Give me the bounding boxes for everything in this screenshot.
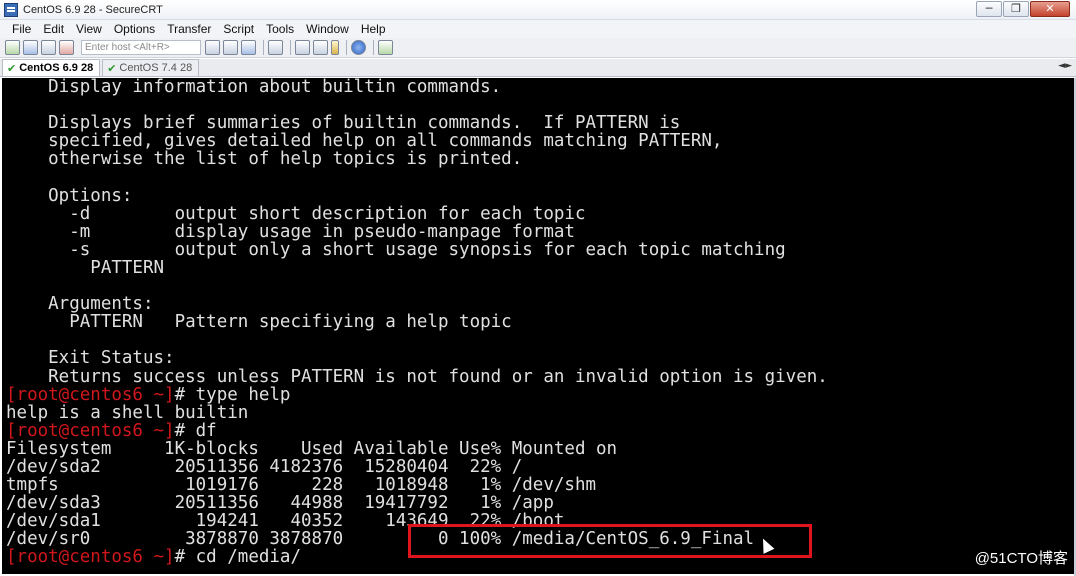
quick-connect-icon[interactable]	[23, 40, 38, 55]
tab-label: CentOS 7.4 28	[119, 62, 193, 74]
tab-scroll-arrows-icon[interactable]: ◄►	[1058, 61, 1072, 71]
connected-check-icon: ✔	[7, 61, 17, 75]
terminal-text: Displays brief summaries of builtin comm…	[6, 113, 681, 134]
toolbar-separator	[373, 40, 374, 55]
terminal-output[interactable]: Display information about builtin comman…	[2, 78, 1074, 574]
quick-connect-input[interactable]: Enter host <Alt+R>	[81, 40, 201, 55]
terminal-line: /dev/sda2 20511356 4182376 15280404 22% …	[6, 458, 1074, 476]
connect-icon[interactable]	[5, 40, 20, 55]
terminal-text: Exit Status:	[6, 348, 175, 369]
terminal-line: -s output only a short usage synopsis fo…	[6, 241, 1074, 259]
menu-tools[interactable]: Tools	[260, 22, 300, 36]
terminal-text: /dev/sda3 20511356 44988 19417792 1% /ap…	[6, 493, 554, 514]
print-icon[interactable]	[268, 40, 283, 55]
terminal-line: PATTERN Pattern specifiying a help topic	[6, 313, 1074, 331]
menu-help[interactable]: Help	[355, 22, 392, 36]
global-options-icon[interactable]	[313, 40, 328, 55]
terminal-line: specified, gives detailed help on all co…	[6, 132, 1074, 150]
terminal-text: -m display usage in pseudo-manpage forma…	[6, 221, 575, 242]
terminal-line: Displays brief summaries of builtin comm…	[6, 114, 1074, 132]
terminal-line: otherwise the list of help topics is pri…	[6, 150, 1074, 168]
disconnect-icon[interactable]	[59, 40, 74, 55]
terminal-line: -m display usage in pseudo-manpage forma…	[6, 223, 1074, 241]
minimize-button[interactable]: ─	[976, 1, 1002, 17]
terminal-line: Filesystem 1K-blocks Used Available Use%…	[6, 440, 1074, 458]
terminal-line: Display information about builtin comman…	[6, 78, 1074, 96]
terminal-line: Options:	[6, 187, 1074, 205]
terminal-line: Returns success unless PATTERN is not fo…	[6, 366, 1074, 387]
menu-edit[interactable]: Edit	[37, 22, 70, 36]
terminal-text: help is a shell builtin	[6, 402, 249, 423]
terminal-text: # type help	[174, 384, 291, 405]
session-options-icon[interactable]	[295, 40, 310, 55]
close-button[interactable]: ✕	[1030, 1, 1070, 17]
watermark: @51CTO博客	[974, 550, 1068, 567]
window-title: CentOS 6.9 28 - SecureCRT	[23, 3, 163, 16]
terminal-line: Exit Status:	[6, 349, 1074, 367]
terminal-text: # df	[174, 420, 217, 441]
sftp-icon[interactable]	[378, 40, 393, 55]
tab-centos-7-4[interactable]: ✔ CentOS 7.4 28	[102, 59, 200, 76]
menu-file[interactable]: File	[6, 22, 37, 36]
terminal-text: tmpfs 1019176 228 1018948 1% /dev/shm	[6, 475, 597, 496]
terminal-text: Options:	[6, 185, 133, 206]
tab-label: CentOS 6.9 28	[19, 62, 94, 74]
terminal-line: Arguments:	[6, 295, 1074, 313]
shell-prompt: [root@centos6 ~]	[6, 547, 175, 568]
securecrt-app-icon[interactable]	[4, 2, 18, 17]
terminal-text: Arguments:	[6, 294, 154, 315]
terminal-text: # cd /media/	[174, 547, 302, 568]
terminal-line: /dev/sda3 20511356 44988 19417792 1% /ap…	[6, 494, 1074, 512]
menu-view[interactable]: View	[70, 22, 108, 36]
highlight-annotation-box	[408, 524, 812, 558]
find-icon[interactable]	[241, 40, 256, 55]
terminal-text: PATTERN Pattern specifiying a help topic	[6, 312, 512, 333]
terminal-text: /dev/sda2 20511356 4182376 15280404 22% …	[6, 456, 523, 477]
terminal-line: [root@centos6 ~]# type help	[6, 386, 1074, 404]
tab-centos-6-9[interactable]: ✔ CentOS 6.9 28	[2, 59, 101, 76]
help-icon[interactable]	[351, 40, 366, 55]
terminal-text: Returns success unless PATTERN is not fo…	[6, 366, 828, 387]
title-bar: CentOS 6.9 28 - SecureCRT ─ ❐ ✕	[0, 0, 1076, 20]
toolbar-separator	[263, 40, 264, 55]
session-tab-bar: ✔ CentOS 6.9 28 ✔ CentOS 7.4 28 ◄►	[0, 59, 1076, 77]
menu-bar: File Edit View Options Transfer Script T…	[0, 20, 1076, 38]
terminal-line: -d output short description for each top…	[6, 205, 1074, 223]
terminal-text: Filesystem 1K-blocks Used Available Use%…	[6, 438, 618, 459]
connected-check-icon: ✔	[107, 61, 117, 75]
connect-in-tab-icon[interactable]	[41, 40, 56, 55]
terminal-text: Display information about builtin comman…	[6, 78, 502, 97]
copy-icon[interactable]	[205, 40, 220, 55]
shell-prompt: [root@centos6 ~]	[6, 384, 175, 405]
terminal-text: -d output short description for each top…	[6, 203, 586, 224]
terminal-text: specified, gives detailed help on all co…	[6, 131, 723, 152]
toolbar-separator	[290, 40, 291, 55]
key-icon[interactable]	[331, 40, 339, 55]
menu-transfer[interactable]: Transfer	[161, 22, 217, 36]
restore-button[interactable]: ❐	[1003, 1, 1029, 17]
shell-prompt: [root@centos6 ~]	[6, 420, 175, 441]
terminal-text: otherwise the list of help topics is pri…	[6, 149, 523, 170]
paste-icon[interactable]	[223, 40, 238, 55]
terminal-line: [root@centos6 ~]# df	[6, 422, 1074, 440]
terminal-line: tmpfs 1019176 228 1018948 1% /dev/shm	[6, 476, 1074, 494]
terminal-line: PATTERN	[6, 259, 1074, 277]
toolbar: Enter host <Alt+R>	[0, 38, 1076, 58]
menu-window[interactable]: Window	[300, 22, 355, 36]
terminal-line: help is a shell builtin	[6, 404, 1074, 422]
terminal-text: PATTERN	[6, 257, 165, 278]
menu-script[interactable]: Script	[217, 22, 260, 36]
toolbar-separator	[346, 40, 347, 55]
window-controls: ─ ❐ ✕	[976, 1, 1070, 17]
terminal-text: -s output only a short usage synopsis fo…	[6, 239, 786, 260]
menu-options[interactable]: Options	[108, 22, 161, 36]
